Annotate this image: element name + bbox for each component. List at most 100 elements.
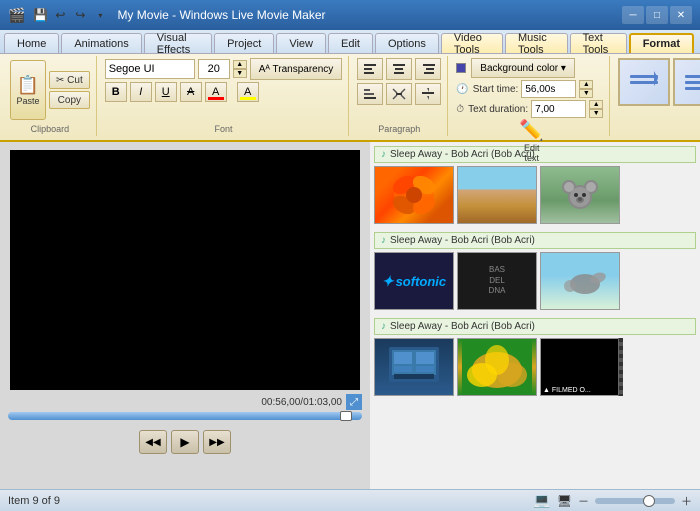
zoom-thumb[interactable] [643, 495, 655, 507]
thumb-yellow-flowers[interactable] [457, 338, 537, 396]
start-time-up[interactable]: ▲ [579, 80, 593, 89]
main-area: 00:56,00/01:03,00 ⤢ ◀◀ ▶ ▶▶ ♪ Sleep Away… [0, 142, 700, 489]
font-label: Font [215, 122, 233, 134]
story-group-3-label: ♪ Sleep Away - Bob Acri (Bob Acri) [374, 318, 696, 335]
bg-color-row: Background color ▾ [456, 58, 575, 78]
time-display: 00:56,00/01:03,00 ⤢ [8, 394, 362, 410]
align-center-button[interactable] [386, 58, 412, 80]
play-button[interactable]: ▶ [171, 430, 199, 454]
effect-scroll-right-button[interactable] [618, 58, 670, 106]
paste-icon: 📋 [17, 75, 39, 96]
music-icon-1: ♪ [381, 149, 386, 160]
transparency-button[interactable]: Aᴬ Transparency [250, 58, 343, 80]
bg-color-swatch [456, 63, 466, 73]
duration-up[interactable]: ▲ [589, 100, 603, 109]
tab-options[interactable]: Options [375, 33, 439, 53]
status-right: 💻 🖥 － ＋ [533, 492, 692, 509]
start-time-label: Start time: [473, 84, 519, 95]
thumb-koala[interactable] [540, 166, 620, 224]
font-family-input[interactable] [105, 59, 195, 79]
tab-home[interactable]: Home [4, 33, 59, 53]
thumb-desert[interactable] [457, 166, 537, 224]
clock-icon: 🕐 [456, 84, 468, 95]
zoom-slider[interactable] [595, 498, 675, 504]
cut-button[interactable]: ✂ Cut [49, 71, 90, 89]
copy-button[interactable]: Copy [49, 91, 90, 109]
edit-text-icon: ✏️ [519, 118, 544, 143]
timeline-thumb[interactable] [340, 411, 352, 421]
tab-view[interactable]: View [276, 33, 326, 53]
tab-video-tools[interactable]: Video Tools [441, 33, 503, 53]
thumb-softonic[interactable]: ✦ softonic [374, 252, 454, 310]
title-bar: 🎬 💾 ↩ ↪ ▾ My Movie - Windows Live Movie … [0, 0, 700, 30]
softonic-star-icon: ✦ [382, 273, 394, 290]
tab-format[interactable]: Format [629, 33, 694, 53]
font-row-2: B I U A A A [105, 82, 259, 102]
paste-button[interactable]: 📋 Paste [10, 60, 46, 120]
tab-edit[interactable]: Edit [328, 33, 373, 53]
tab-project[interactable]: Project [214, 33, 274, 53]
align-right-button[interactable] [415, 58, 441, 80]
next-frame-button[interactable]: ▶▶ [203, 430, 231, 454]
italic-button[interactable]: I [130, 82, 152, 102]
tab-animations[interactable]: Animations [61, 33, 141, 53]
tab-music-tools[interactable]: Music Tools [505, 33, 568, 53]
ribbon-group-effects: Effects [612, 56, 700, 136]
clipboard-label: Clipboard [31, 122, 70, 134]
window-title: My Movie - Windows Live Movie Maker [117, 8, 622, 22]
story-group-2-label: ♪ Sleep Away - Bob Acri (Bob Acri) [374, 232, 696, 249]
start-time-row: 🕐 Start time: ▲ ▼ [456, 80, 593, 98]
softonic-logo: ✦ softonic [382, 273, 446, 290]
playback-controls: ◀◀ ▶ ▶▶ [139, 430, 231, 454]
ribbon-group-clipboard: 📋 Paste ✂ Cut Copy Clipboard [4, 56, 97, 136]
edit-text-button[interactable]: ✏️ Edit text [519, 118, 544, 163]
thumb-office[interactable] [374, 338, 454, 396]
tab-text-tools[interactable]: Text Tools [570, 33, 627, 53]
redo-button[interactable]: ↪ [71, 6, 89, 24]
status-bar: Item 9 of 9 💻 🖥 － ＋ [0, 489, 700, 511]
duration-down[interactable]: ▼ [589, 109, 603, 118]
clipboard-content: 📋 Paste ✂ Cut Copy [10, 58, 90, 122]
align-top-right-button[interactable] [415, 83, 441, 105]
thumb-dna[interactable]: BAS DEL DNA [457, 252, 537, 310]
timeline-bar[interactable] [8, 412, 362, 420]
tab-visual-effects[interactable]: Visual Effects [144, 33, 212, 53]
font-color-button[interactable]: A [205, 82, 227, 102]
bold-button[interactable]: B [105, 82, 127, 102]
strikethrough-button[interactable]: A [180, 82, 202, 102]
text-duration-input[interactable] [531, 100, 586, 118]
start-time-spinner: ▲ ▼ [579, 80, 593, 98]
thumbnails-1 [374, 166, 696, 224]
effect-align-left-button[interactable] [673, 58, 700, 106]
ribbon-group-paragraph: Paragraph [351, 56, 448, 136]
undo-button[interactable]: ↩ [51, 6, 69, 24]
save-button[interactable]: 💾 [31, 6, 49, 24]
font-size-input[interactable] [198, 59, 230, 79]
underline-button[interactable]: U [155, 82, 177, 102]
font-size-down[interactable]: ▼ [233, 69, 247, 78]
align-bottom-button[interactable] [357, 83, 383, 105]
thumb-bird[interactable] [540, 252, 620, 310]
start-time-down[interactable]: ▼ [579, 89, 593, 98]
close-button[interactable]: ✕ [670, 6, 692, 24]
text-duration-spinner: ▲ ▼ [589, 100, 603, 118]
font-size-up[interactable]: ▲ [233, 60, 247, 69]
filmstrip-edge [618, 338, 623, 396]
prev-frame-button[interactable]: ◀◀ [139, 430, 167, 454]
bg-color-button[interactable]: Background color ▾ [471, 58, 575, 78]
app-icon: 🎬 [8, 7, 25, 24]
thumb-flower[interactable] [374, 166, 454, 224]
text-duration-label: Text duration: [468, 104, 528, 115]
dropdown-arrow-button[interactable]: ▾ [91, 6, 109, 24]
align-top-left-button[interactable] [357, 58, 383, 80]
align-middle-button[interactable] [386, 83, 412, 105]
minimize-button[interactable]: ─ [622, 6, 644, 24]
text-duration-row: ⏱ Text duration: ▲ ▼ [456, 100, 603, 118]
time-text: 00:56,00/01:03,00 [261, 397, 342, 408]
effects-row-1 [618, 58, 700, 106]
start-time-input[interactable] [521, 80, 576, 98]
font-color-2-button[interactable]: A [237, 82, 259, 102]
thumb-black[interactable]: ▲ FILMED O... [540, 338, 620, 396]
maximize-button[interactable]: □ [646, 6, 668, 24]
timeline-expand-button[interactable]: ⤢ [346, 394, 362, 410]
